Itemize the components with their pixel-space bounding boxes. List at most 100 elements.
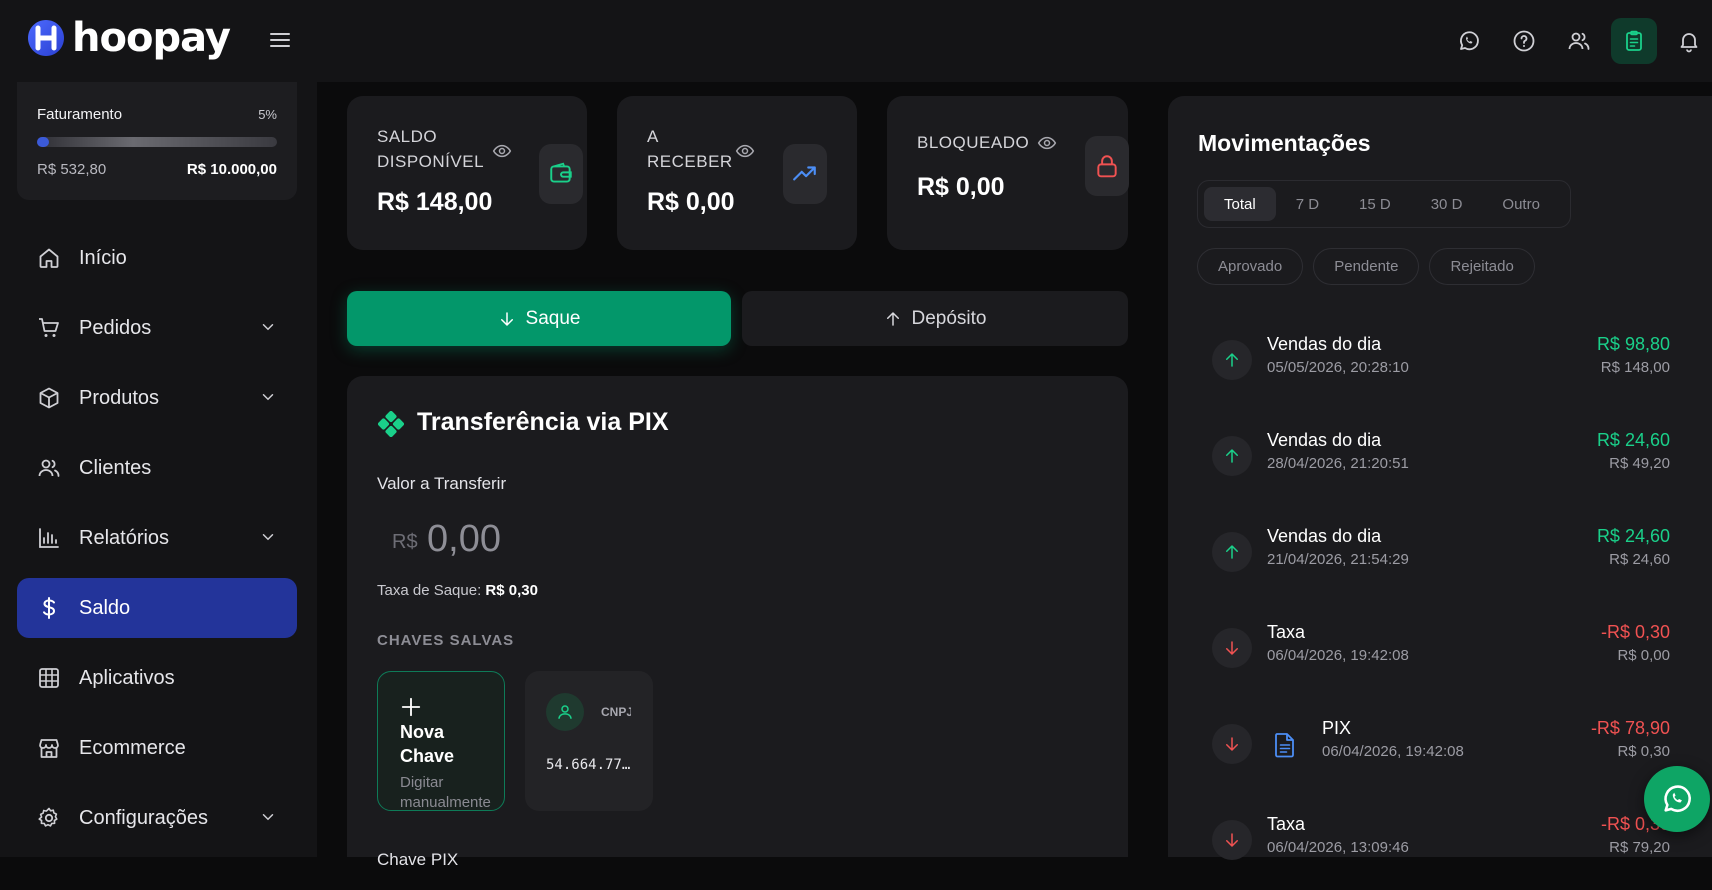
- movements-title: Movimentações: [1198, 130, 1371, 156]
- chevron-down-icon[interactable]: [259, 528, 277, 546]
- sidebar-item-inicio[interactable]: Início: [17, 228, 297, 288]
- blocked-card: BLOQUEADO R$ 0,00: [887, 96, 1129, 250]
- plus-icon: [401, 697, 421, 717]
- chevron-down-icon[interactable]: [259, 388, 277, 406]
- whatsapp-chat-button[interactable]: [1644, 766, 1710, 832]
- eye-icon[interactable]: [1037, 133, 1057, 153]
- status-filters: Aprovado Pendente Rejeitado: [1197, 248, 1535, 285]
- billing-card: Faturamento 5% R$ 532,80 R$ 10.000,00: [17, 82, 297, 200]
- eye-icon[interactable]: [492, 141, 512, 161]
- billing-goal: R$ 10.000,00: [186, 161, 277, 178]
- transaction-name: Taxa: [1267, 814, 1306, 834]
- arrow-down-icon: [1212, 724, 1252, 764]
- eye-icon[interactable]: [735, 141, 755, 161]
- transaction-name: Vendas do dia: [1267, 526, 1382, 546]
- tab-outro[interactable]: Outro: [1482, 187, 1560, 221]
- blocked-label: BLOQUEADO: [917, 133, 1030, 152]
- transaction-balance: R$ 0,00: [1617, 647, 1670, 664]
- transaction-row[interactable]: Vendas do dia 28/04/2026, 21:20:51 R$ 24…: [1168, 410, 1712, 506]
- tab-7d[interactable]: 7 D: [1276, 187, 1339, 221]
- tab-30d[interactable]: 30 D: [1411, 187, 1483, 221]
- transaction-balance: R$ 79,20: [1609, 839, 1670, 856]
- sidebar-item-label: Início: [79, 246, 127, 269]
- transaction-row[interactable]: Vendas do dia 05/05/2026, 20:28:10 R$ 98…: [1168, 314, 1712, 410]
- arrow-up-icon: [1212, 340, 1252, 380]
- tab-total[interactable]: Total: [1204, 187, 1276, 221]
- clipboard-icon[interactable]: [1611, 18, 1657, 64]
- chevron-down-icon[interactable]: [259, 808, 277, 826]
- billing-percent: 5%: [258, 107, 277, 122]
- billing-progress-bar: [37, 137, 277, 147]
- amount-input[interactable]: 0,00: [427, 518, 501, 561]
- transaction-date: 06/04/2026, 13:09:46: [1267, 839, 1409, 856]
- transaction-row[interactable]: Taxa 06/04/2026, 19:42:08 -R$ 0,30 R$ 0,…: [1168, 602, 1712, 698]
- sidebar-item-configuracoes[interactable]: Configurações: [17, 788, 297, 848]
- chevron-down-icon[interactable]: [259, 318, 277, 336]
- available-balance-card: SALDO DISPONÍVEL R$ 148,00: [347, 96, 587, 250]
- arrow-down-icon: [1212, 628, 1252, 668]
- sidebar-item-ecommerce[interactable]: Ecommerce: [17, 718, 297, 778]
- arrow-up-icon: [886, 311, 899, 326]
- period-tabs: Total 7 D 15 D 30 D Outro: [1197, 180, 1571, 228]
- transaction-balance: R$ 0,30: [1617, 743, 1670, 760]
- transaction-row[interactable]: PIX 06/04/2026, 19:42:08 -R$ 78,90 R$ 0,…: [1168, 698, 1712, 794]
- transaction-name: Vendas do dia: [1267, 430, 1382, 450]
- sidebar-item-aplicativos[interactable]: Aplicativos: [17, 648, 297, 708]
- logo-icon: [26, 18, 66, 58]
- tab-15d[interactable]: 15 D: [1339, 187, 1411, 221]
- sidebar-item-label: Saldo: [79, 596, 131, 619]
- arrow-down-icon: [1212, 820, 1252, 860]
- transaction-name: Vendas do dia: [1267, 334, 1382, 354]
- sidebar-item-produtos[interactable]: Produtos: [17, 368, 297, 428]
- arrow-down-icon: [500, 311, 513, 326]
- deposit-label: Depósito: [911, 307, 987, 329]
- dollar-icon: [37, 596, 61, 620]
- transaction-row[interactable]: Vendas do dia 21/04/2026, 21:54:29 R$ 24…: [1168, 506, 1712, 602]
- whatsapp-icon[interactable]: [1446, 18, 1492, 64]
- new-key-card[interactable]: Nova Chave Digitar manualmente: [377, 671, 505, 811]
- document-icon[interactable]: [1273, 732, 1297, 758]
- transaction-date: 06/04/2026, 19:42:08: [1322, 743, 1464, 760]
- user-icon: [546, 693, 584, 731]
- receivable-label-line1: A: [647, 127, 659, 146]
- bell-icon[interactable]: [1666, 18, 1712, 64]
- transaction-row[interactable]: Taxa 06/04/2026, 13:09:46 -R$ 0,30 R$ 79…: [1168, 794, 1712, 890]
- new-key-hint: Digitar manualmente: [400, 774, 491, 811]
- team-icon[interactable]: [1556, 18, 1602, 64]
- amount-label: Valor a Transferir: [377, 474, 507, 493]
- transaction-amount: -R$ 78,90: [1590, 718, 1670, 738]
- receivable-label-line2: RECEBER: [647, 152, 733, 171]
- transaction-amount: -R$ 0,30: [1600, 622, 1670, 642]
- new-key-title: Nova Chave: [400, 720, 454, 768]
- pix-key-label: Chave PIX: [377, 850, 459, 869]
- currency-symbol: R$: [392, 531, 418, 553]
- brand-logo[interactable]: hoopay: [26, 15, 231, 61]
- withdraw-button[interactable]: Saque: [347, 291, 731, 346]
- sidebar-item-label: Configurações: [79, 806, 208, 829]
- transaction-date: 05/05/2026, 20:28:10: [1267, 359, 1409, 376]
- sidebar-item-label: Ecommerce: [79, 736, 186, 759]
- sidebar-item-relatorios[interactable]: Relatórios: [17, 508, 297, 568]
- saved-key-card[interactable]: CNPJ 54.664.77…: [525, 671, 653, 811]
- help-icon[interactable]: [1501, 18, 1547, 64]
- brand-name: hoopay: [72, 15, 231, 61]
- filter-pendente[interactable]: Pendente: [1313, 248, 1420, 285]
- home-icon: [37, 246, 61, 270]
- withdraw-label: Saque: [525, 307, 581, 329]
- filter-rejeitado[interactable]: Rejeitado: [1429, 248, 1535, 285]
- menu-icon[interactable]: [268, 28, 292, 52]
- grid-icon: [37, 666, 61, 690]
- sidebar-item-pedidos[interactable]: Pedidos: [17, 298, 297, 358]
- transaction-balance: R$ 49,20: [1609, 455, 1670, 472]
- arrow-up-icon: [1212, 532, 1252, 572]
- sidebar-item-clientes[interactable]: Clientes: [17, 438, 297, 498]
- sidebar-item-label: Clientes: [79, 456, 152, 479]
- deposit-button[interactable]: Depósito: [742, 291, 1128, 346]
- chart-icon: [37, 526, 61, 550]
- sidebar-item-saldo[interactable]: Saldo: [17, 578, 297, 638]
- movements-panel: Movimentações Total 7 D 15 D 30 D Outro …: [1168, 96, 1712, 860]
- whatsapp-icon: [1664, 785, 1691, 812]
- saved-key-type: CNPJ: [601, 705, 631, 719]
- new-key-line1: Nova: [400, 722, 445, 742]
- filter-aprovado[interactable]: Aprovado: [1197, 248, 1304, 285]
